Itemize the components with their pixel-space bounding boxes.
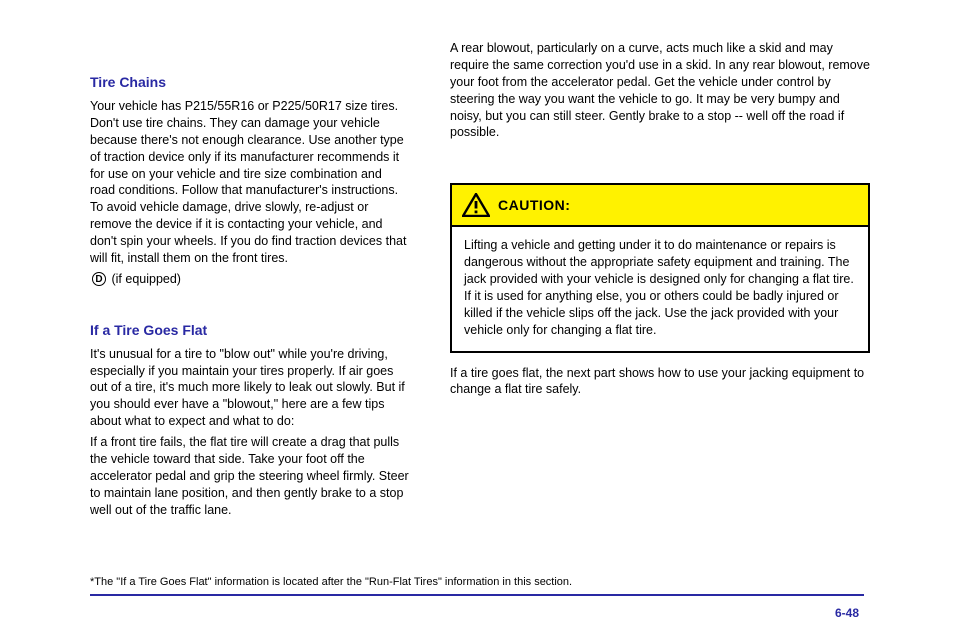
two-column-layout: Tire Chains Your vehicle has P215/55R16 …	[90, 40, 864, 522]
option-if-equipped-label: (if equipped)	[111, 272, 181, 286]
right-column: A rear blowout, particularly on a curve,…	[450, 40, 870, 522]
caution-callout: CAUTION: Lifting a vehicle and getting u…	[450, 183, 870, 352]
caution-body-text: Lifting a vehicle and getting under it t…	[464, 237, 856, 338]
rear-blowout-text: A rear blowout, particularly on a curve,…	[450, 40, 870, 141]
manual-page: Tire Chains Your vehicle has P215/55R16 …	[0, 0, 954, 636]
flat-tire-text: It's unusual for a tire to "blow out" wh…	[90, 346, 410, 519]
section-heading-tire-chains: Tire Chains	[90, 74, 410, 90]
flat-followup-paragraph: If a tire goes flat, the next part shows…	[450, 365, 870, 399]
footnote: *The "If a Tire Goes Flat" information i…	[90, 576, 572, 588]
warning-triangle-icon	[462, 193, 490, 217]
caution-body: Lifting a vehicle and getting under it t…	[452, 227, 868, 350]
caution-header: CAUTION:	[452, 185, 868, 227]
tire-chains-paragraph: Your vehicle has P215/55R16 or P225/50R1…	[90, 98, 410, 267]
option-if-equipped: D (if equipped)	[90, 271, 410, 288]
flat-paragraph-1: It's unusual for a tire to "blow out" wh…	[90, 346, 410, 430]
flat-followup-text: If a tire goes flat, the next part shows…	[450, 365, 870, 399]
footer-divider	[90, 594, 864, 596]
caution-label: CAUTION:	[498, 197, 570, 213]
section-heading-flat: If a Tire Goes Flat	[90, 322, 410, 338]
flat-paragraph-2: If a front tire fails, the flat tire wil…	[90, 434, 410, 518]
tire-chains-text: Your vehicle has P215/55R16 or P225/50R1…	[90, 98, 410, 267]
left-column: Tire Chains Your vehicle has P215/55R16 …	[90, 40, 420, 522]
option-badge-icon: D	[92, 272, 106, 286]
rear-blowout-paragraph: A rear blowout, particularly on a curve,…	[450, 40, 870, 141]
page-number: 6-48	[835, 606, 859, 620]
